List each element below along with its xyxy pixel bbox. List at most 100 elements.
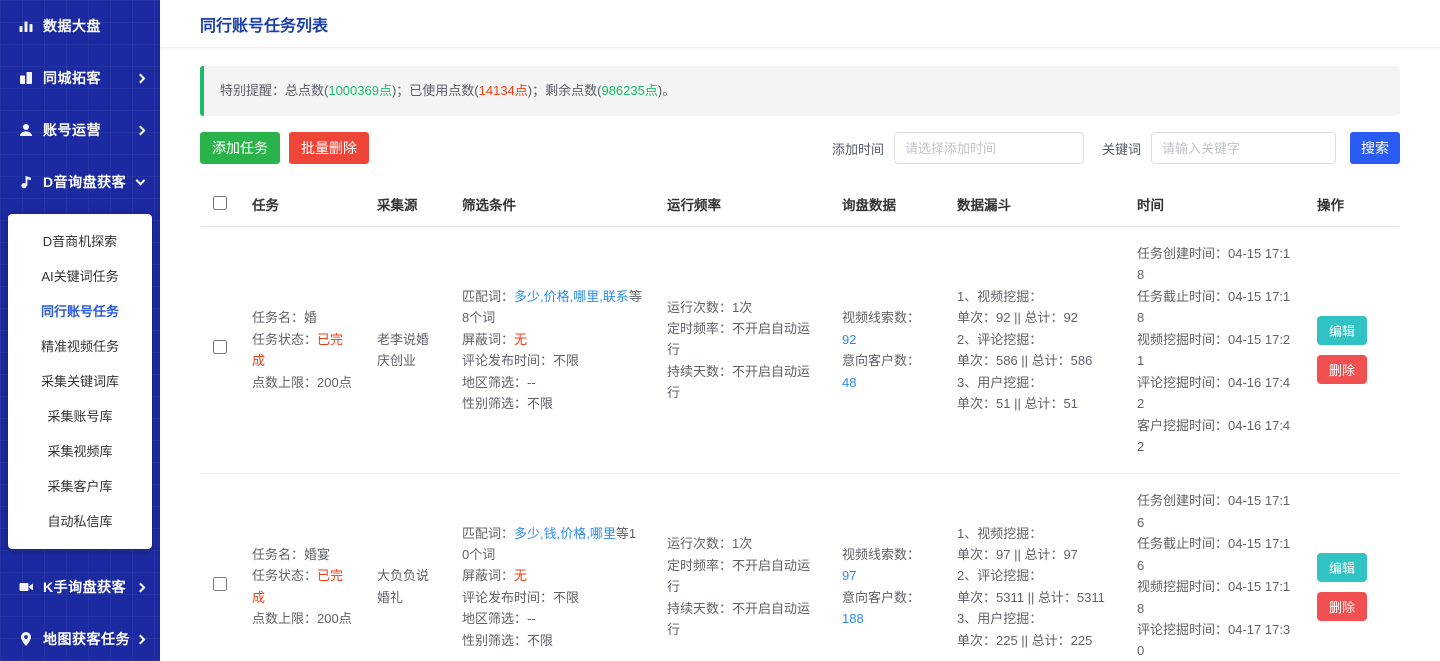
frequency-days-line: 持续天数：不开启自动运行 <box>667 363 811 401</box>
sidebar-item-label: K手询盘获客 <box>43 579 127 595</box>
sidebar-item-local-customers[interactable]: 同城拓客 <box>0 52 160 104</box>
sidebar-subitem-collect-keyword-lib[interactable]: 采集关键词库 <box>8 364 152 399</box>
sidebar-item-map-task[interactable]: 地图获客任务 <box>0 613 160 661</box>
sidebar-subitem-auto-dm-lib[interactable]: 自动私信库 <box>8 504 152 539</box>
frequency-runs-line: 运行次数：1次 <box>667 536 753 552</box>
edit-button[interactable]: 编辑 <box>1317 552 1368 582</box>
table-row: 任务名：婚宴 任务状态：已完成 点数上限：200点 大负负说婚礼 匹配词：多少,… <box>200 473 1400 661</box>
filter-region-line: 地区筛选：-- <box>462 374 536 390</box>
intent-customer-label: 意向客户数： <box>842 353 921 369</box>
keyword-label: 关键词 <box>1101 141 1141 157</box>
sidebar-item-label: 账号运营 <box>43 122 101 138</box>
search-button[interactable]: 搜索 <box>1350 132 1400 164</box>
add-time-input[interactable] <box>893 132 1084 164</box>
map-icon <box>18 631 34 647</box>
funnel-line: 2、评论挖掘： <box>957 331 1043 347</box>
video-leads-count[interactable]: 97 <box>842 565 933 586</box>
sidebar-subitem-business-explore[interactable]: D音商机探索 <box>8 224 152 259</box>
funnel-line: 1、视频挖掘： <box>957 525 1043 541</box>
delete-button[interactable]: 删除 <box>1317 591 1368 621</box>
add-task-button[interactable]: 添加任务 <box>200 132 280 164</box>
cell-frequency: 运行次数：1次 定时频率：不开启自动运行 持续天数：不开启自动运行 <box>655 473 830 661</box>
cell-funnel: 1、视频挖掘： 单次：97 || 总计：97 2、评论挖掘： 单次：5311 |… <box>945 473 1125 661</box>
account-icon <box>18 122 34 138</box>
time-line: 评论挖掘时间：04-17 17:30 <box>1137 622 1291 659</box>
block-words: 无 <box>514 331 528 347</box>
cell-funnel: 1、视频挖掘： 单次：92 || 总计：92 2、评论挖掘： 单次：586 ||… <box>945 226 1125 475</box>
task-points-line: 点数上限：200点 <box>252 611 352 627</box>
sidebar-subitem-peer-account-task[interactable]: 同行账号任务 <box>8 294 152 329</box>
content-area: 特别提醒：总点数(1000369点)；已使用点数(14134点)；剩余点数(98… <box>160 48 1440 661</box>
sidebar-subitem-collect-video-lib[interactable]: 采集视频库 <box>8 434 152 469</box>
source-name: 大负负说婚礼 <box>377 568 430 605</box>
video-leads-label: 视频线索数： <box>842 310 921 326</box>
funnel-line: 3、用户挖掘： <box>957 611 1043 627</box>
block-words: 无 <box>514 568 528 584</box>
match-words: 多少,价格,哪里,联系 <box>514 288 629 304</box>
sidebar-item-account-operation[interactable]: 账号运营 <box>0 104 160 156</box>
time-line: 任务创建时间：04-15 17:18 <box>1137 246 1291 283</box>
notice-text: )。 <box>657 83 676 98</box>
cell-filter: 匹配词：多少,钱,价格,哪里等10个词 屏蔽词：无 评论发布时间：不限 地区筛选… <box>450 473 655 661</box>
sidebar-item-label: 地图获客任务 <box>43 631 130 647</box>
intent-customer-count[interactable]: 48 <box>842 372 933 393</box>
time-line: 任务截止时间：04-15 17:16 <box>1137 536 1291 573</box>
task-status-line: 任务状态：已完成 <box>252 331 344 369</box>
sidebar-item-data-dashboard[interactable]: 数据大盘 <box>0 0 160 52</box>
task-name-line: 任务名：婚宴 <box>252 546 331 562</box>
edit-button[interactable]: 编辑 <box>1317 316 1368 346</box>
funnel-line: 3、用户挖掘： <box>957 374 1043 390</box>
sidebar-subitem-precise-video-task[interactable]: 精准视频任务 <box>8 329 152 364</box>
total-points-value: 1000369点 <box>328 83 392 98</box>
task-points-line: 点数上限：200点 <box>252 374 352 390</box>
video-leads-count[interactable]: 92 <box>842 329 933 350</box>
select-all-checkbox[interactable] <box>213 195 227 210</box>
delete-button[interactable]: 删除 <box>1317 355 1368 385</box>
chevron-right-icon <box>135 73 146 83</box>
keyword-input[interactable] <box>1151 132 1336 164</box>
source-name: 老李说婚庆创业 <box>377 331 430 369</box>
add-time-label: 添加时间 <box>831 141 884 157</box>
funnel-line: 2、评论挖掘： <box>957 568 1043 584</box>
video-leads-label: 视频线索数： <box>842 546 921 562</box>
used-points-value: 14134点 <box>478 83 528 98</box>
cell-inquiry: 视频线索数： 92 意向客户数： 48 <box>830 226 945 475</box>
row-checkbox[interactable] <box>213 340 227 355</box>
table-header-row: 任务 采集源 筛选条件 运行频率 询盘数据 数据漏斗 时间 操作 <box>200 182 1400 227</box>
column-header-actions: 操作 <box>1305 182 1400 227</box>
toolbar: 添加任务 批量删除 添加时间 关键词 搜索 <box>200 132 1400 164</box>
page-header: 同行账号任务列表 <box>160 0 1440 48</box>
sidebar-item-label: D音询盘获客 <box>43 174 127 190</box>
cell-time: 任务创建时间：04-15 17:18 任务截止时间：04-15 17:18 视频… <box>1125 226 1305 475</box>
column-header-task: 任务 <box>240 182 365 227</box>
column-header-inquiry: 询盘数据 <box>830 182 945 227</box>
column-header-select <box>200 182 240 227</box>
cell-source: 老李说婚庆创业 <box>365 226 450 475</box>
time-line: 客户挖掘时间：04-16 17:42 <box>1137 417 1291 454</box>
batch-delete-button[interactable]: 批量删除 <box>289 132 369 164</box>
chevron-right-icon <box>135 125 146 135</box>
time-line: 视频挖掘时间：04-15 17:21 <box>1137 331 1291 369</box>
cell-task: 任务名：婚宴 任务状态：已完成 点数上限：200点 <box>240 473 365 661</box>
filter-match-line: 匹配词：多少,价格,哪里,联系等8个词 <box>462 288 642 326</box>
dashboard-icon <box>18 18 34 34</box>
sidebar-item-label: 同城拓客 <box>43 70 101 86</box>
remaining-points-value: 986235点 <box>601 83 658 98</box>
sidebar-item-label: 数据大盘 <box>43 18 101 34</box>
cell-frequency: 运行次数：1次 定时频率：不开启自动运行 持续天数：不开启自动运行 <box>655 226 830 475</box>
time-line: 评论挖掘时间：04-16 17:42 <box>1137 374 1291 412</box>
filter-gender-line: 性别筛选：不限 <box>462 632 554 648</box>
sidebar: 数据大盘 同城拓客 账号运营 D音询盘获客 D音商机探索 AI关键词任务 同行账… <box>0 0 160 661</box>
sidebar-subitem-ai-keyword-task[interactable]: AI关键词任务 <box>8 259 152 294</box>
page-title: 同行账号任务列表 <box>200 17 329 35</box>
sidebar-subitem-collect-customer-lib[interactable]: 采集客户库 <box>8 469 152 504</box>
notice-text: )；已使用点数( <box>391 83 479 98</box>
sidebar-subitem-collect-account-lib[interactable]: 采集账号库 <box>8 399 152 434</box>
sidebar-item-kuaishou-inquiry[interactable]: K手询盘获客 <box>0 561 160 613</box>
sidebar-item-douyin-inquiry[interactable]: D音询盘获客 <box>0 156 160 208</box>
time-line: 任务截止时间：04-15 17:18 <box>1137 288 1291 326</box>
row-checkbox[interactable] <box>213 577 227 592</box>
app-root: 数据大盘 同城拓客 账号运营 D音询盘获客 D音商机探索 AI关键词任务 同行账… <box>0 0 1440 661</box>
cell-actions: 编辑 删除 <box>1305 473 1400 661</box>
intent-customer-count[interactable]: 188 <box>842 608 933 629</box>
